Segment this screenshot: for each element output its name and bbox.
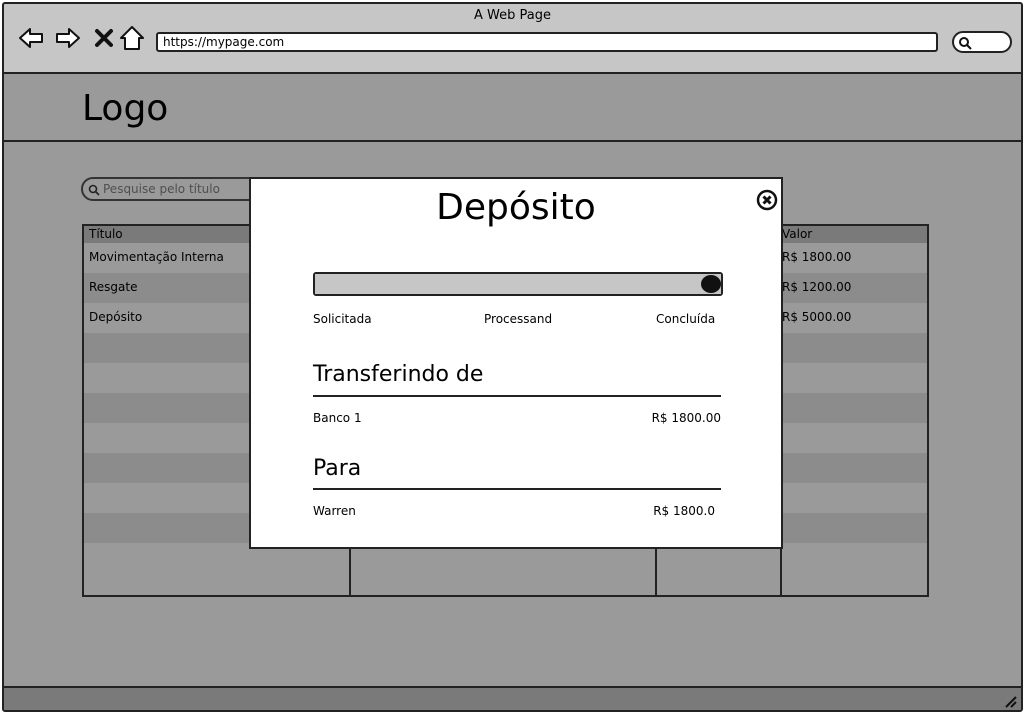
divider (313, 488, 721, 490)
close-circle-icon (756, 189, 778, 211)
to-heading: Para (313, 456, 362, 481)
forward-arrow-icon[interactable] (54, 24, 82, 52)
progress-knob (701, 275, 721, 293)
cell-title: Depósito (89, 310, 143, 324)
step-label-completed: Concluída (656, 312, 716, 326)
search-icon (88, 184, 100, 196)
close-modal-button[interactable] (756, 189, 778, 211)
cell-value: R$ 1800.00 (782, 250, 852, 264)
deposit-modal: Depósito Solicitada Processand Concluída… (249, 177, 783, 549)
browser-search-button[interactable] (952, 31, 1012, 53)
column-header-title: Título (89, 227, 123, 241)
divider (313, 395, 721, 397)
logo: Logo (82, 88, 169, 129)
browser-window: A Web Page https://mypage.com Logo Pesqu… (2, 2, 1023, 712)
browser-chrome: A Web Page https://mypage.com (4, 4, 1021, 74)
cell-value: R$ 5000.00 (782, 310, 852, 324)
home-icon[interactable] (118, 24, 146, 52)
from-bank-name: Banco 1 (313, 411, 362, 425)
resize-grip-icon[interactable] (1003, 694, 1017, 708)
window-title: A Web Page (474, 8, 551, 23)
step-label-processing: Processand (484, 312, 553, 326)
modal-title: Depósito (436, 187, 596, 228)
cell-title: Resgate (89, 280, 138, 294)
cell-value: R$ 1200.00 (782, 280, 852, 294)
progress-fill (315, 274, 721, 294)
step-label-requested: Solicitada (313, 312, 372, 326)
from-heading: Transferindo de (313, 362, 484, 387)
from-amount: R$ 1800.00 (651, 411, 721, 425)
close-x-icon[interactable] (90, 24, 118, 52)
status-progress-bar (313, 272, 723, 296)
search-icon (959, 37, 972, 50)
cell-title: Movimentação Interna (89, 250, 224, 264)
back-arrow-icon[interactable] (17, 24, 45, 52)
url-bar[interactable]: https://mypage.com (156, 32, 938, 52)
column-header-value: Valor (782, 227, 813, 241)
page-header: Logo (4, 74, 1021, 142)
to-account-name: Warren (313, 504, 356, 518)
to-amount: R$ 1800.0 (653, 504, 715, 518)
status-bar (4, 686, 1021, 710)
